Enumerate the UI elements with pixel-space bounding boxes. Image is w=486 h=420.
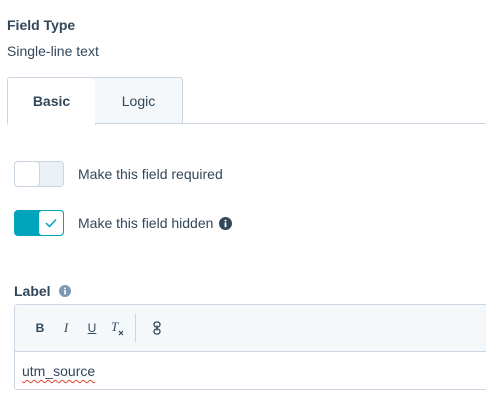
field-type-value: Single-line text	[7, 43, 99, 59]
hidden-toggle-label: Make this field hidden	[78, 215, 214, 231]
required-toggle-label: Make this field required	[78, 166, 223, 182]
checkmark-icon	[45, 218, 57, 228]
hidden-toggle[interactable]	[14, 210, 64, 236]
clear-format-button[interactable]: T	[105, 315, 131, 341]
info-icon[interactable]	[58, 285, 71, 297]
hidden-toggle-label-wrap: Make this field hidden	[78, 215, 233, 231]
link-button[interactable]	[144, 315, 170, 341]
required-toggle-row: Make this field required	[14, 161, 223, 187]
tab-logic[interactable]: Logic	[95, 77, 183, 124]
underline-button[interactable]: U	[79, 315, 105, 341]
italic-button[interactable]: I	[53, 315, 79, 341]
tab-bar: Basic Logic	[7, 77, 486, 125]
toolbar-separator	[135, 314, 136, 342]
label-heading-row: Label	[14, 283, 71, 299]
link-icon	[153, 321, 161, 335]
info-icon[interactable]	[219, 216, 233, 230]
label-input[interactable]: utm_source	[15, 352, 486, 390]
bold-button[interactable]: B	[27, 315, 53, 341]
hidden-toggle-row: Make this field hidden	[14, 210, 233, 236]
tab-basic[interactable]: Basic	[7, 77, 96, 125]
label-rich-text-editor: B I U T utm_source	[14, 304, 486, 390]
toggle-knob	[14, 161, 40, 187]
field-type-heading: Field Type	[7, 17, 76, 33]
required-toggle[interactable]	[14, 161, 64, 187]
clear-format-glyph: T	[111, 320, 119, 334]
clear-format-icon: T	[111, 320, 124, 336]
editor-toolbar: B I U T	[15, 305, 486, 352]
label-heading: Label	[14, 283, 51, 299]
toggle-knob	[38, 210, 64, 236]
